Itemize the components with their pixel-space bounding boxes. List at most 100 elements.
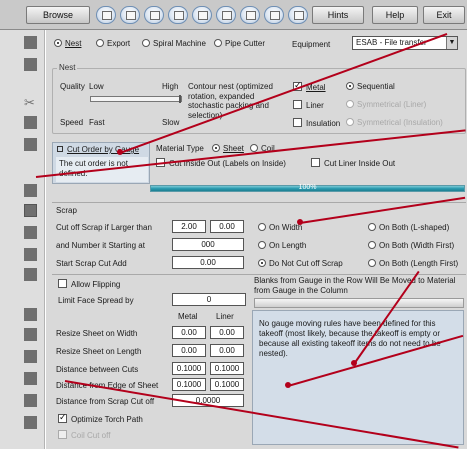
on-width-radio[interactable]: On Width bbox=[258, 223, 302, 232]
scissors-icon[interactable]: ✂ bbox=[24, 96, 37, 109]
edit-icon[interactable] bbox=[24, 58, 37, 71]
symmetrical-insulation-radio[interactable]: Symmetrical (Insulation) bbox=[346, 118, 443, 127]
number-starting-label: and Number it Starting at bbox=[56, 241, 145, 250]
annotation-dot bbox=[297, 219, 303, 225]
spiral-machine-radio[interactable]: Spiral Machine bbox=[142, 39, 206, 48]
liner-column-header: Liner bbox=[216, 312, 234, 321]
help-button[interactable]: Help bbox=[372, 6, 418, 24]
allow-flipping-checkbox[interactable]: Allow Flipping bbox=[58, 279, 120, 289]
exit-button[interactable]: Exit bbox=[423, 6, 465, 24]
coil-cut-off-checkbox[interactable]: Coil Cut off bbox=[58, 430, 110, 440]
tools-icon[interactable] bbox=[216, 6, 236, 24]
quality-low-label: Low bbox=[89, 82, 104, 91]
top-toolbar: Browse Hints Help Exit bbox=[0, 0, 467, 30]
sequential-radio[interactable]: Sequential bbox=[346, 82, 395, 91]
insulation-checkbox[interactable]: Insulation bbox=[293, 118, 340, 128]
limit-face-spread-input[interactable]: 0 bbox=[172, 293, 246, 306]
metal-column-header: Metal bbox=[178, 312, 198, 321]
report-icon[interactable] bbox=[24, 308, 37, 321]
copy-icon[interactable] bbox=[24, 116, 37, 129]
left-icon-strip: ✂ bbox=[0, 30, 45, 449]
export-icon[interactable] bbox=[24, 372, 37, 385]
table-icon[interactable] bbox=[288, 6, 308, 24]
resize-length-liner-input[interactable]: 0.00 bbox=[210, 344, 244, 357]
nest-settings-panel: Nest Export Spiral Machine Pipe Cutter E… bbox=[46, 30, 467, 449]
resize-length-metal-input[interactable]: 0.00 bbox=[172, 344, 206, 357]
on-both-width-first-radio[interactable]: On Both (Width First) bbox=[368, 241, 454, 250]
start-scrap-cut-label: Start Scrap Cut Add bbox=[56, 259, 127, 268]
nest-description: Contour nest (optimized rotation, expand… bbox=[188, 82, 273, 120]
start-scrap-cut-input[interactable]: 0.00 bbox=[172, 256, 244, 269]
gauge-header-bar bbox=[254, 298, 464, 308]
cut-off-scrap-liner-input[interactable]: 0.00 bbox=[210, 220, 244, 233]
scrap-divider bbox=[52, 202, 466, 203]
progress-label: 100% bbox=[298, 184, 317, 191]
print-icon[interactable] bbox=[24, 328, 37, 341]
sheet-radio[interactable]: Sheet bbox=[212, 144, 244, 153]
annotation-dot bbox=[351, 360, 357, 366]
progress-bar: 100% bbox=[150, 184, 465, 192]
number-starting-input[interactable]: 000 bbox=[172, 238, 244, 251]
speed-slow-label: Slow bbox=[162, 118, 180, 127]
quality-label: Quality bbox=[60, 82, 85, 91]
clipboard-icon[interactable] bbox=[240, 6, 260, 24]
slider-thumb[interactable] bbox=[179, 95, 181, 103]
paste-icon[interactable] bbox=[24, 138, 37, 151]
gauge-rules-grid: No gauge moving rules have been defined … bbox=[252, 310, 464, 445]
resize-width-liner-input[interactable]: 0.00 bbox=[210, 326, 244, 339]
cut-off-scrap-metal-input[interactable]: 2.00 bbox=[172, 220, 206, 233]
calendar-icon[interactable] bbox=[168, 6, 188, 24]
nest-layout-icon[interactable] bbox=[24, 184, 37, 197]
stack-icon[interactable] bbox=[24, 226, 37, 239]
flag-icon[interactable] bbox=[24, 36, 37, 49]
browse-button[interactable]: Browse bbox=[26, 6, 90, 24]
gauge-rules-header: Blanks from Gauge in the Row Will Be Mov… bbox=[254, 276, 456, 295]
symmetrical-liner-radio[interactable]: Symmetrical (Liner) bbox=[346, 100, 426, 109]
equipment-label: Equipment bbox=[292, 40, 331, 49]
liner-checkbox[interactable]: Liner bbox=[293, 100, 324, 110]
box-icon[interactable] bbox=[24, 416, 37, 429]
on-both-l-shaped-radio[interactable]: On Both (L-shaped) bbox=[368, 223, 449, 232]
document-icon[interactable] bbox=[96, 6, 116, 24]
quality-slider[interactable] bbox=[90, 95, 182, 103]
material-type-label: Material Type bbox=[156, 144, 204, 153]
chevron-down-icon[interactable]: ▼ bbox=[446, 37, 457, 49]
annotation-dot bbox=[117, 149, 123, 155]
distance-edge-metal-input[interactable]: 0.1000 bbox=[172, 378, 206, 391]
sheet-grid-icon[interactable] bbox=[24, 204, 37, 217]
on-length-radio[interactable]: On Length bbox=[258, 241, 306, 250]
save-icon[interactable] bbox=[120, 6, 140, 24]
optimize-torch-path-checkbox[interactable]: Optimize Torch Path bbox=[58, 412, 143, 424]
hints-button[interactable]: Hints bbox=[312, 6, 364, 24]
grid-icon[interactable] bbox=[144, 6, 164, 24]
distance-edge-liner-input[interactable]: 0.1000 bbox=[210, 378, 244, 391]
distance-cuts-metal-input[interactable]: 0.1000 bbox=[172, 362, 206, 375]
cut-inside-out-checkbox[interactable]: Cut Inside Out (Labels on Inside) bbox=[156, 158, 286, 168]
settings-divider bbox=[52, 274, 466, 275]
resize-width-label: Resize Sheet on Width bbox=[56, 329, 138, 338]
resize-length-label: Resize Sheet on Length bbox=[56, 347, 142, 356]
nest-group-title: Nest bbox=[57, 63, 78, 72]
distance-cuts-liner-input[interactable]: 0.1000 bbox=[210, 362, 244, 375]
resize-width-metal-input[interactable]: 0.00 bbox=[172, 326, 206, 339]
speed-fast-label: Fast bbox=[89, 118, 105, 127]
distance-between-cuts-label: Distance between Cuts bbox=[56, 365, 139, 374]
pipe-cutter-radio[interactable]: Pipe Cutter bbox=[214, 39, 265, 48]
quality-high-label: High bbox=[162, 82, 179, 91]
scrap-group-title: Scrap bbox=[56, 206, 77, 215]
do-not-cut-scrap-radio[interactable]: Do Not Cut off Scrap bbox=[258, 259, 343, 268]
cut-off-scrap-label: Cut off Scrap if Larger than bbox=[56, 223, 152, 232]
envelope-icon[interactable] bbox=[192, 6, 212, 24]
cut-liner-inside-out-checkbox[interactable]: Cut Liner Inside Out bbox=[311, 158, 395, 168]
distance-scrap-cut-label: Distance from Scrap Cut off bbox=[56, 397, 155, 406]
layer-icon[interactable] bbox=[24, 248, 37, 261]
speed-label: Speed bbox=[60, 118, 84, 127]
list-icon[interactable] bbox=[24, 350, 37, 363]
archive-icon[interactable] bbox=[24, 394, 37, 407]
comment-icon[interactable] bbox=[24, 268, 37, 281]
export-radio[interactable]: Export bbox=[96, 39, 130, 48]
person-icon[interactable] bbox=[264, 6, 284, 24]
nest-radio[interactable]: Nest bbox=[54, 39, 81, 48]
annotation-dot bbox=[285, 382, 291, 388]
on-both-length-first-radio[interactable]: On Both (Length First) bbox=[368, 259, 458, 268]
